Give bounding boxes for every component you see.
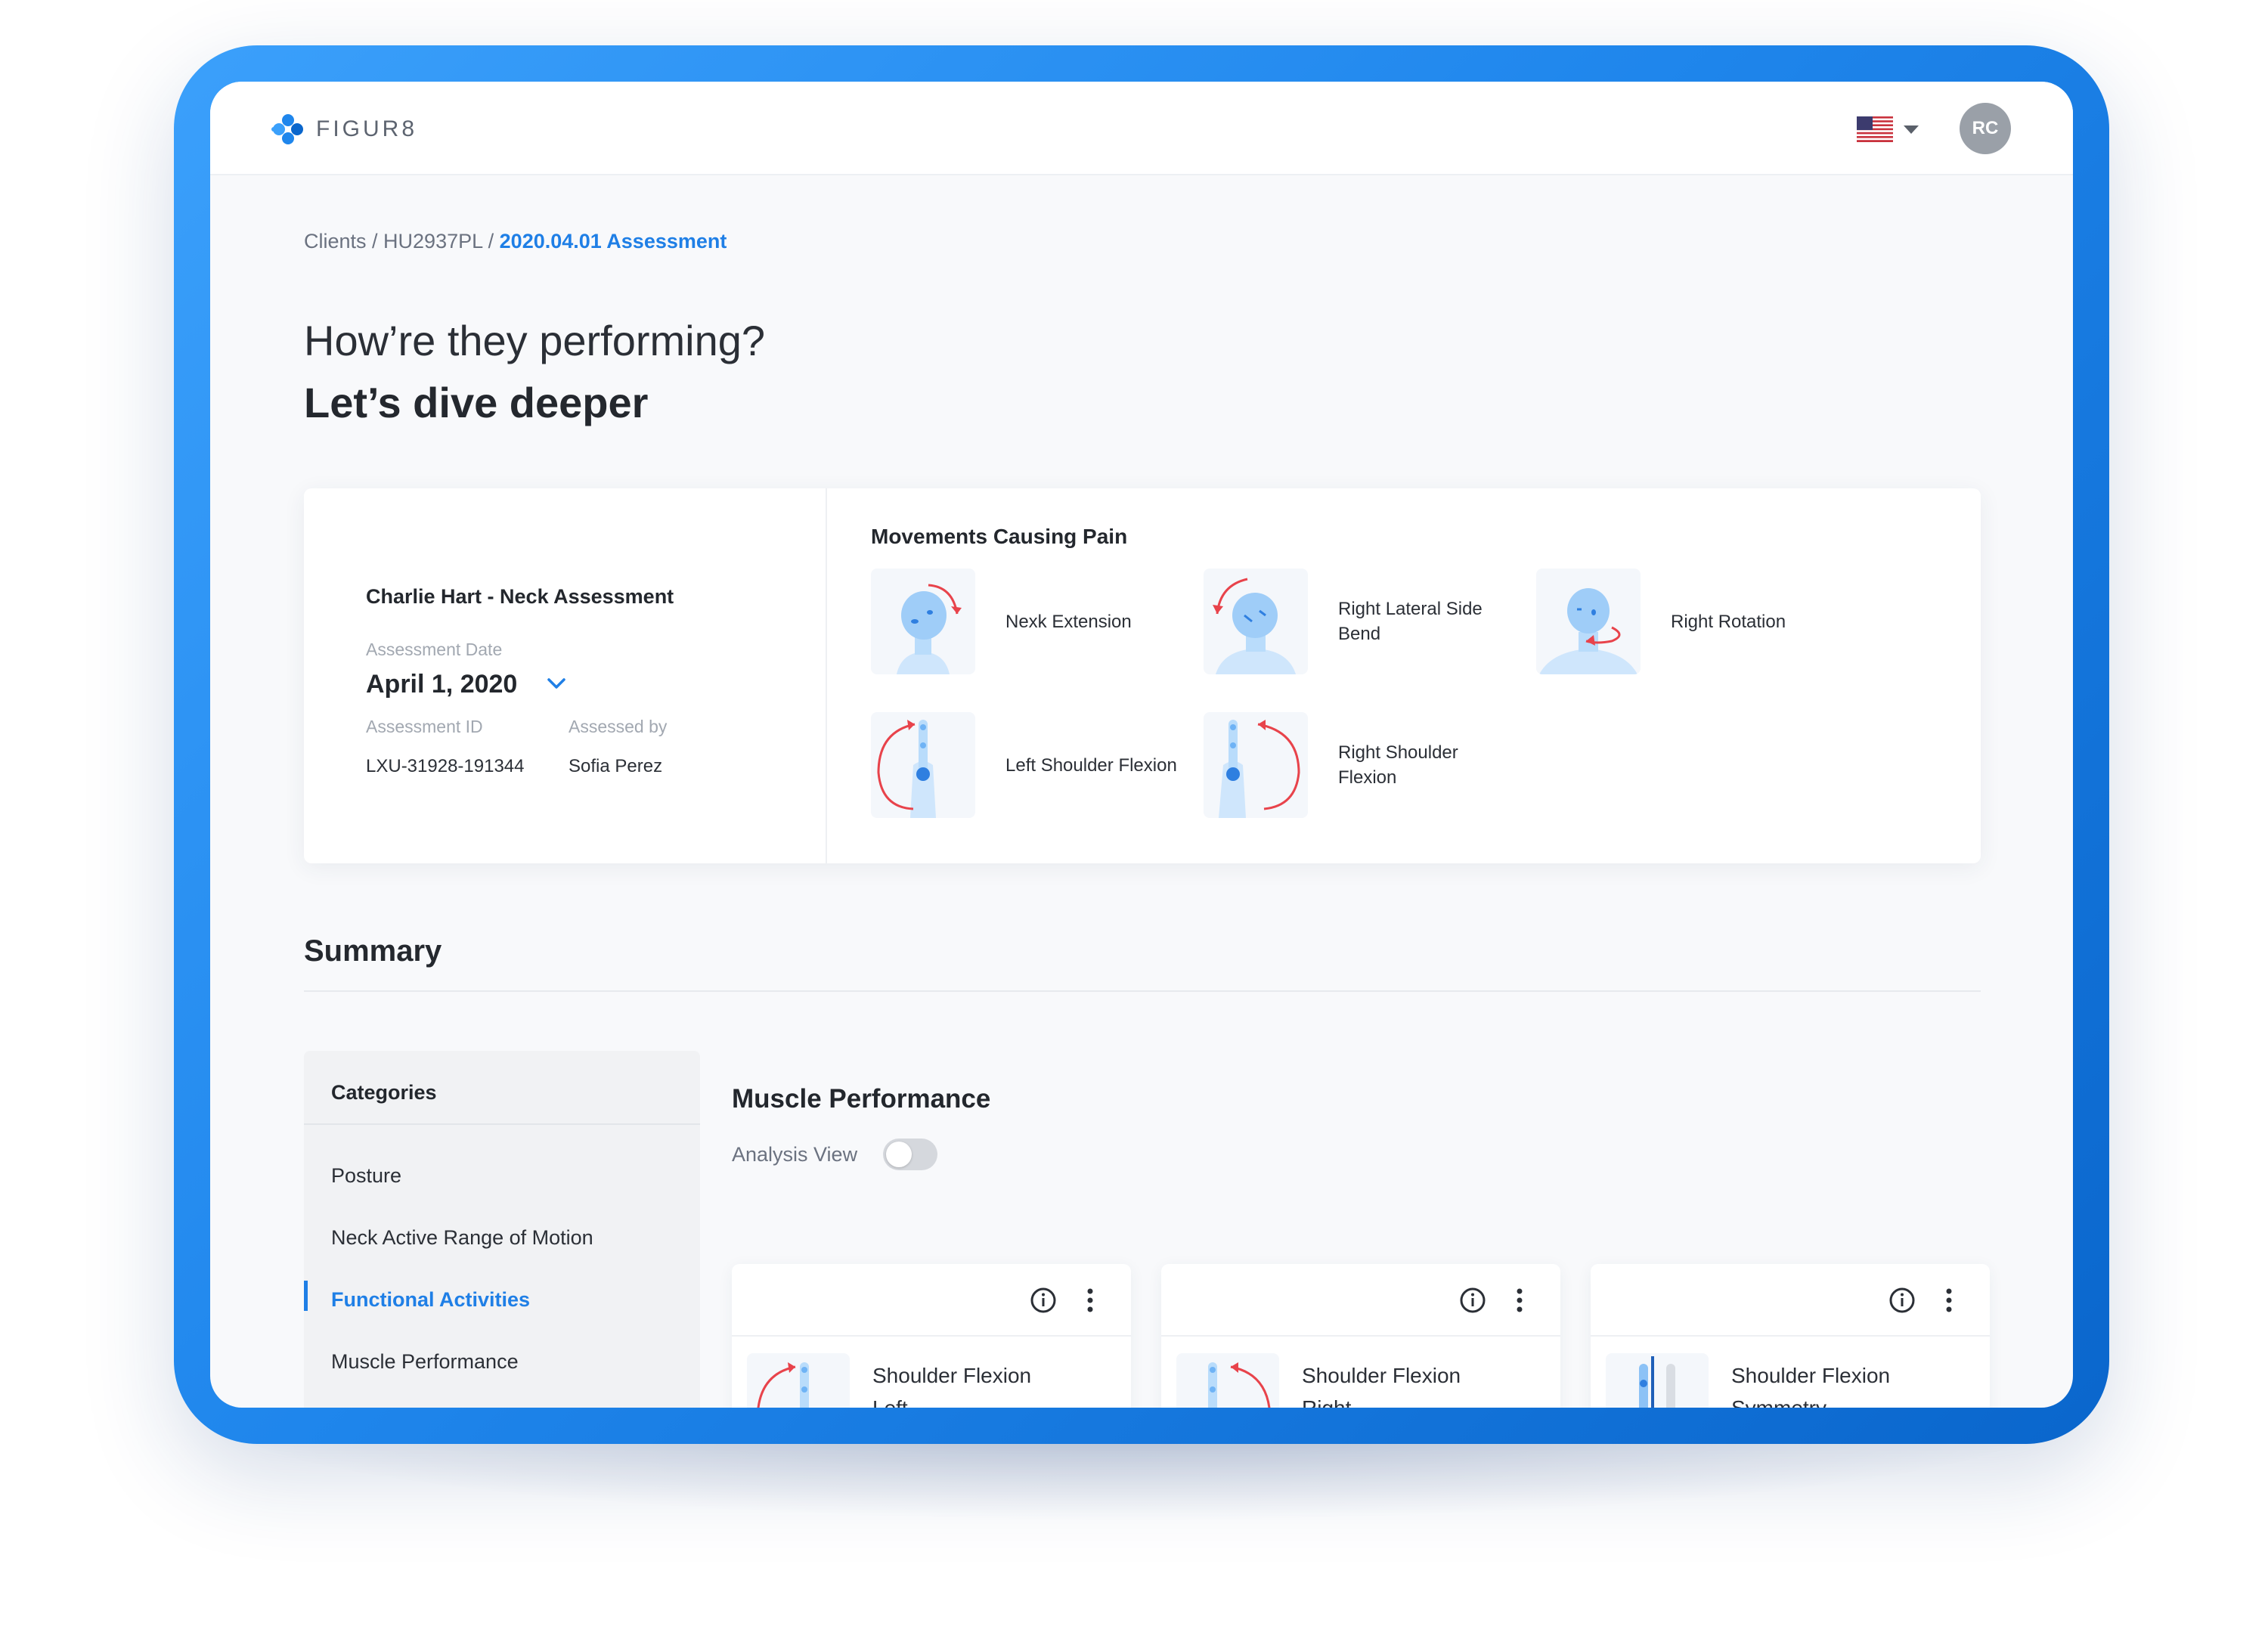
right-shoulder-flexion-icon <box>1208 1362 1271 1408</box>
metric-title-line-2: Symmetry <box>1731 1392 1890 1408</box>
category-functional-activities[interactable]: Functional Activities <box>331 1288 530 1312</box>
chevron-down-icon[interactable] <box>546 674 567 692</box>
breadcrumb-separator: / <box>366 230 384 252</box>
pain-movements-title: Movements Causing Pain <box>871 525 1128 548</box>
movement-thumbnail <box>1204 569 1308 674</box>
metric-title-line-1: Shoulder Flexion <box>1302 1364 1461 1387</box>
assessment-id-label: Assessment ID <box>366 717 483 736</box>
section-title: Muscle Performance <box>732 1084 991 1114</box>
assessment-date-value[interactable]: April 1, 2020 <box>366 670 517 699</box>
metric-thumbnail <box>747 1353 850 1408</box>
info-icon[interactable] <box>1888 1287 1916 1314</box>
categories-panel: Categories Posture Neck Active Range of … <box>304 1051 700 1408</box>
metric-card-header <box>1591 1264 1990 1337</box>
assessment-details: Charlie Hart - Neck Assessment Assessmen… <box>304 488 827 863</box>
breadcrumb-current: 2020.04.01 Assessment <box>499 230 727 252</box>
info-icon[interactable] <box>1459 1287 1486 1314</box>
pain-movement-item[interactable]: Left Shoulder Flexion <box>871 712 1204 818</box>
pain-movement-item[interactable]: Right Shoulder Flexion <box>1204 712 1536 818</box>
metric-card[interactable]: Shoulder Flexion Right <box>1161 1264 1560 1408</box>
movement-thumbnail <box>871 712 975 818</box>
neck-extension-icon <box>897 584 962 674</box>
hero-title: Let’s dive deeper <box>304 379 649 426</box>
summary-divider <box>304 990 1981 992</box>
hero-subtitle: How’re they performing? <box>304 317 766 364</box>
breadcrumb-client-id[interactable]: HU2937PL <box>383 230 482 252</box>
movement-thumbnail <box>1536 569 1641 674</box>
assessment-name: Charlie Hart - Neck Assessment <box>366 585 674 608</box>
user-avatar[interactable]: RC <box>1960 103 2011 154</box>
assessment-card: Charlie Hart - Neck Assessment Assessmen… <box>304 488 1981 863</box>
tablet-frame: FIGUR8 RC Clients / HU2937PL / 2020.04.0… <box>174 45 2109 1444</box>
breadcrumb-clients[interactable]: Clients <box>304 230 367 252</box>
metric-title-line-2: Left <box>872 1392 1031 1408</box>
metric-thumbnail <box>1176 1353 1279 1408</box>
movement-label: Right Shoulder Flexion <box>1338 742 1458 788</box>
assessed-by-value: Sofia Perez <box>569 756 663 776</box>
toggle-knob <box>886 1142 912 1167</box>
info-icon[interactable] <box>1030 1287 1057 1314</box>
pain-movement-item[interactable]: Nexk Extension <box>871 569 1204 674</box>
movement-label: Left Shoulder Flexion <box>1005 754 1177 776</box>
metric-card-header <box>1161 1264 1560 1337</box>
logo[interactable]: FIGUR8 <box>271 112 417 147</box>
categories-divider <box>304 1123 700 1125</box>
more-vertical-icon[interactable] <box>1943 1287 1955 1314</box>
movement-label: Nexk Extension <box>1005 611 1132 632</box>
metric-title-line-1: Shoulder Flexion <box>1731 1364 1891 1387</box>
pain-movement-item[interactable]: Right Lateral Side Bend <box>1204 569 1536 674</box>
app-screen: FIGUR8 RC Clients / HU2937PL / 2020.04.0… <box>210 82 2073 1408</box>
category-neck-active-rom[interactable]: Neck Active Range of Motion <box>331 1226 593 1250</box>
metric-card-header <box>732 1264 1131 1337</box>
metric-title-line-2: Right <box>1302 1392 1461 1408</box>
top-bar: FIGUR8 RC <box>210 82 2073 175</box>
left-shoulder-flexion-icon <box>757 1362 809 1408</box>
assessment-date-label: Assessment Date <box>366 640 503 659</box>
pain-movement-item[interactable]: Right Rotation <box>1536 569 1869 674</box>
metric-title-line-1: Shoulder Flexion <box>872 1364 1032 1387</box>
right-shoulder-flexion-icon <box>1219 720 1300 818</box>
metric-title: Shoulder Flexion Symmetry <box>1731 1359 1890 1408</box>
movement-thumbnail <box>1204 712 1308 818</box>
categories-title: Categories <box>331 1081 437 1104</box>
shoulder-symmetry-icon <box>1639 1356 1675 1408</box>
analysis-view-toggle[interactable] <box>883 1139 937 1170</box>
active-category-indicator <box>304 1281 308 1311</box>
us-flag-icon[interactable] <box>1857 116 1893 142</box>
summary-title: Summary <box>304 934 442 968</box>
assessed-by-label: Assessed by <box>569 717 668 736</box>
left-shoulder-flexion-icon <box>877 720 936 818</box>
metric-thumbnail <box>1606 1353 1709 1408</box>
metric-title: Shoulder Flexion Left <box>872 1359 1031 1408</box>
logo-text: FIGUR8 <box>316 116 418 141</box>
metric-title: Shoulder Flexion Right <box>1302 1359 1461 1408</box>
more-vertical-icon[interactable] <box>1514 1287 1526 1314</box>
category-posture[interactable]: Posture <box>331 1164 401 1188</box>
breadcrumb: Clients / HU2937PL / 2020.04.01 Assessme… <box>304 230 727 253</box>
movement-thumbnail <box>871 569 975 674</box>
figur8-logo-icon <box>271 114 303 144</box>
movement-label: Right Rotation <box>1671 611 1786 632</box>
metric-card[interactable]: Shoulder Flexion Symmetry <box>1591 1264 1990 1408</box>
assessment-id-value: LXU-31928-191344 <box>366 756 525 776</box>
rotation-icon <box>1539 588 1637 674</box>
category-muscle-performance[interactable]: Muscle Performance <box>331 1350 519 1374</box>
movement-label: Right Lateral Side Bend <box>1338 599 1483 644</box>
metric-card[interactable]: Shoulder Flexion Left <box>732 1264 1131 1408</box>
more-vertical-icon[interactable] <box>1084 1287 1096 1314</box>
breadcrumb-separator: / <box>482 230 500 252</box>
analysis-view-label: Analysis View <box>732 1143 858 1166</box>
lateral-side-bend-icon <box>1213 578 1296 674</box>
language-dropdown-caret-icon[interactable] <box>1904 125 1919 134</box>
